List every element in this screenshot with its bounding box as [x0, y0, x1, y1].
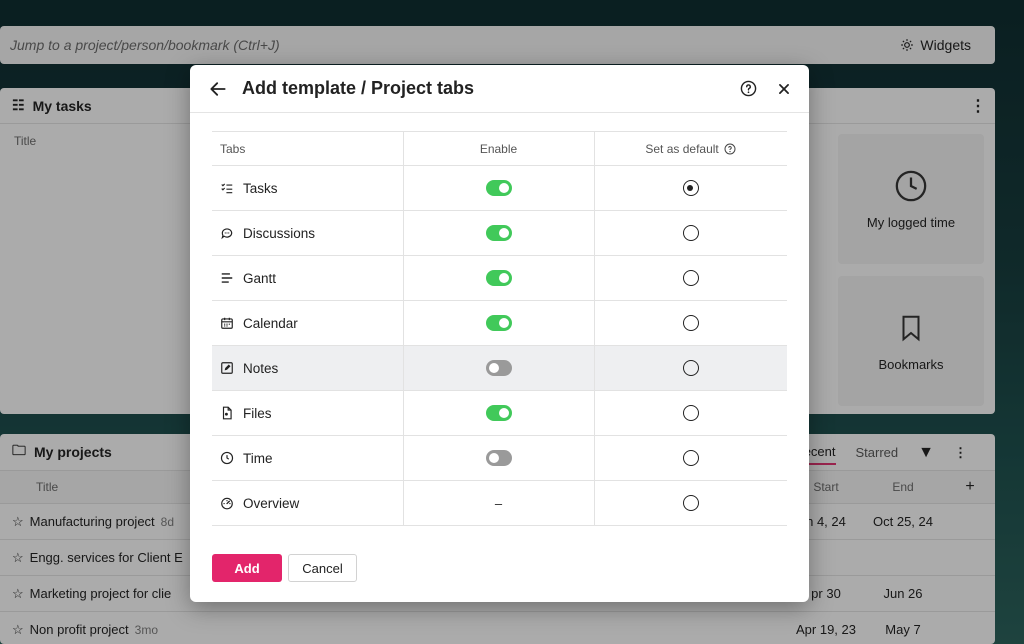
default-radio[interactable]: [682, 180, 699, 197]
back-arrow-icon[interactable]: [208, 79, 228, 99]
tabs-table-header: Tabs Enable Set as default: [212, 131, 787, 166]
default-cell: [593, 390, 787, 436]
project-tabs-modal: Add template / Project tabs Tabs Enable …: [190, 65, 809, 602]
col-default-label: Set as default: [645, 141, 719, 156]
modal-footer: Add Cancel: [212, 554, 357, 582]
tab-label: Calendar: [243, 315, 298, 331]
default-radio[interactable]: [682, 315, 699, 332]
default-cell: [593, 480, 787, 526]
notes-icon: [220, 361, 234, 375]
tab-name-cell: Tasks: [212, 165, 403, 211]
default-cell: [593, 210, 787, 256]
task-list-icon: [220, 181, 234, 195]
tab-label: Files: [243, 405, 272, 421]
tab-row-overview: Overview –: [212, 480, 787, 526]
enable-toggle[interactable]: [485, 405, 512, 422]
tab-name-cell: Overview: [212, 480, 403, 526]
help-icon[interactable]: [724, 143, 736, 155]
tab-row-tasks: Tasks: [212, 165, 787, 211]
close-icon[interactable]: [777, 82, 791, 96]
enable-cell: [402, 210, 594, 256]
col-enable-header: Enable: [402, 131, 594, 166]
tab-label: Time: [243, 450, 273, 466]
enable-cell: [402, 165, 594, 211]
tab-row-files: Files: [212, 390, 787, 436]
default-cell: [593, 300, 787, 346]
col-tabs-header: Tabs: [212, 131, 403, 166]
tabs-table: Tabs Enable Set as default Tasks Discussi…: [212, 131, 787, 526]
modal-header: Add template / Project tabs: [190, 65, 809, 113]
add-button[interactable]: Add: [212, 554, 282, 582]
default-cell: [593, 165, 787, 211]
default-radio[interactable]: [682, 360, 699, 377]
tab-label: Gantt: [243, 270, 277, 286]
tab-label: Discussions: [243, 225, 316, 241]
default-radio[interactable]: [682, 495, 699, 512]
default-radio[interactable]: [682, 225, 699, 242]
tab-row-notes: Notes: [212, 345, 787, 391]
default-cell: [593, 255, 787, 301]
enable-toggle[interactable]: [485, 450, 512, 467]
help-icon[interactable]: [740, 80, 757, 97]
tab-label: Overview: [243, 495, 300, 511]
enable-toggle[interactable]: [485, 315, 512, 332]
enable-toggle[interactable]: [485, 360, 512, 377]
chat-bubble-icon: [220, 226, 234, 240]
tab-name-cell: Files: [212, 390, 403, 436]
tab-label: Notes: [243, 360, 279, 376]
tab-name-cell: Notes: [212, 345, 403, 391]
enable-cell: –: [402, 480, 594, 526]
tab-row-discussions: Discussions: [212, 210, 787, 256]
enable-cell: [402, 300, 594, 346]
gantt-icon: [220, 271, 234, 285]
default-radio[interactable]: [682, 450, 699, 467]
tab-label: Tasks: [243, 180, 278, 196]
tab-name-cell: Gantt: [212, 255, 403, 301]
default-cell: [593, 345, 787, 391]
clock-icon: [220, 451, 234, 465]
default-cell: [593, 435, 787, 481]
enable-cell: [402, 345, 594, 391]
enable-cell: [402, 390, 594, 436]
tab-name-cell: Calendar: [212, 300, 403, 346]
default-radio[interactable]: [682, 405, 699, 422]
enable-cell: [402, 255, 594, 301]
col-default-header: Set as default: [593, 131, 787, 166]
cancel-button[interactable]: Cancel: [288, 554, 357, 582]
enable-toggle[interactable]: [485, 270, 512, 287]
tab-name-cell: Discussions: [212, 210, 403, 256]
tab-name-cell: Time: [212, 435, 403, 481]
gauge-icon: [220, 496, 234, 510]
enable-toggle[interactable]: [485, 180, 512, 197]
calendar-icon: [220, 316, 234, 330]
enable-cell: [402, 435, 594, 481]
tab-row-time: Time: [212, 435, 787, 481]
modal-title: Add template / Project tabs: [242, 78, 475, 98]
default-radio[interactable]: [682, 270, 699, 287]
file-icon: [220, 406, 234, 420]
tab-row-gantt: Gantt: [212, 255, 787, 301]
enable-toggle[interactable]: [485, 225, 512, 242]
tab-row-calendar: Calendar: [212, 300, 787, 346]
enable-not-applicable: –: [494, 495, 503, 511]
